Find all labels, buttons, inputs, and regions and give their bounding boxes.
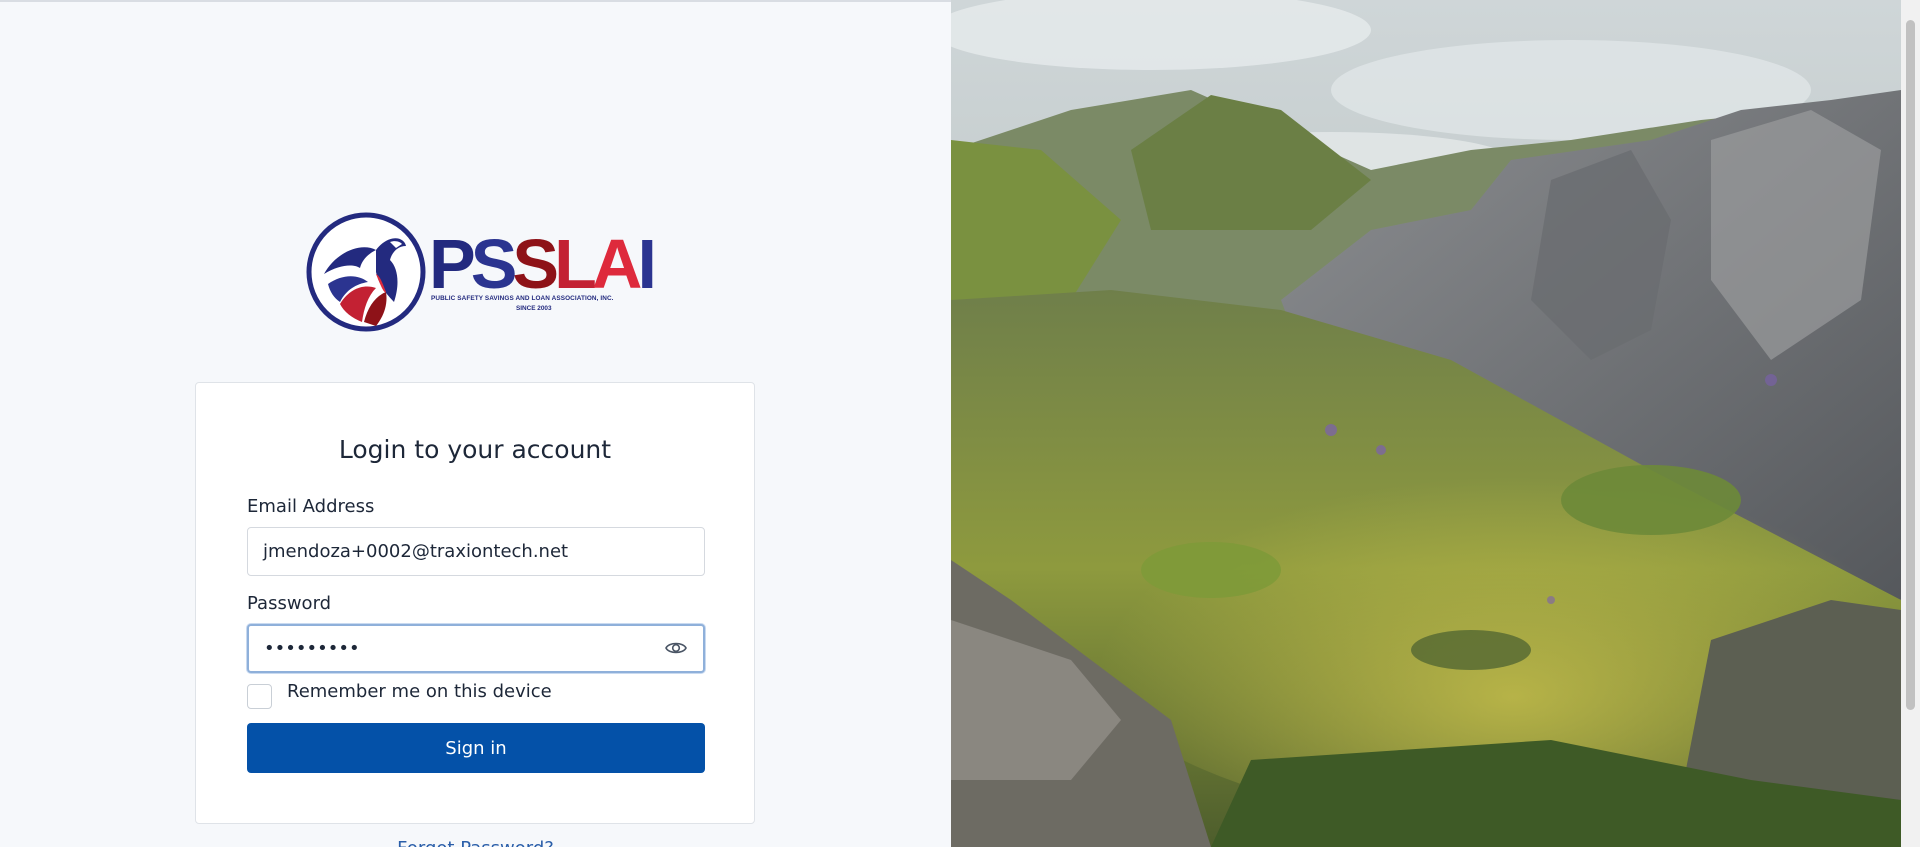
sign-in-button[interactable]: Sign in (247, 723, 705, 773)
login-card: Login to your account Email Address jmen… (195, 382, 755, 824)
email-field[interactable]: jmendoza+0002@traxiontech.net (247, 527, 705, 576)
brand-tagline: PUBLIC SAFETY SAVINGS AND LOAN ASSOCIATI… (431, 295, 614, 302)
vertical-scrollbar[interactable] (1901, 0, 1920, 847)
scrollbar-thumb[interactable] (1906, 20, 1915, 710)
brand-logo: PSSLAI PUBLIC SAFETY SAVINGS AND LOAN AS… (306, 212, 657, 334)
login-panel: PSSLAI PUBLIC SAFETY SAVINGS AND LOAN AS… (0, 0, 951, 847)
brand-since: SINCE 2003 (516, 305, 552, 312)
landscape-image (951, 0, 1901, 847)
eye-icon[interactable] (665, 639, 687, 657)
remember-checkbox[interactable] (247, 684, 272, 709)
password-value: ••••••••• (264, 638, 360, 659)
brand-wordmark: PSSLAI (429, 225, 657, 303)
password-field[interactable]: ••••••••• (247, 624, 705, 673)
mountain-landscape-illustration (951, 0, 1901, 847)
login-page: PSSLAI PUBLIC SAFETY SAVINGS AND LOAN AS… (0, 0, 1920, 847)
remember-label[interactable]: Remember me on this device (287, 681, 552, 702)
password-label: Password (247, 593, 332, 614)
forgot-password-link[interactable]: Forgot Password? (0, 838, 951, 847)
eagle-emblem-icon (306, 212, 426, 332)
login-title: Login to your account (338, 435, 612, 464)
email-label: Email Address (247, 496, 375, 517)
